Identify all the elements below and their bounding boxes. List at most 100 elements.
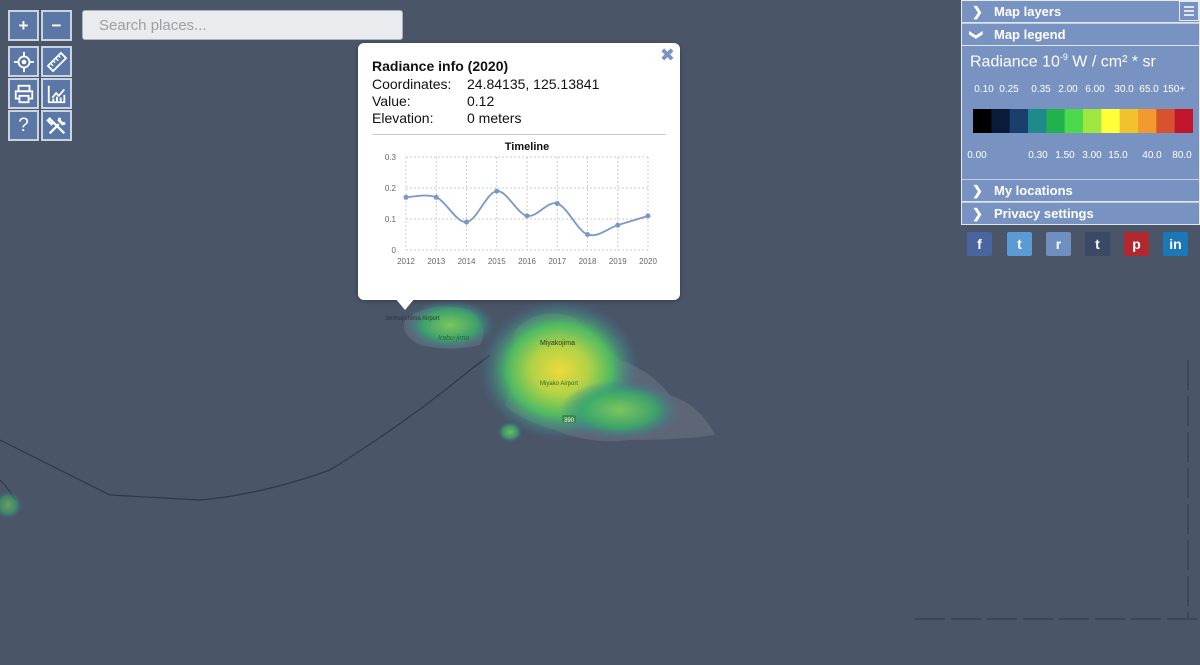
colorbar-segment [1009, 109, 1029, 133]
timeline-chart: Timeline 0 0.1 0.2 0.3 2012 2013 2014 2015 2016 20… [385, 141, 658, 266]
legend-tick-top: 0.35 [1031, 84, 1051, 95]
legend-tick-top: 150+ [1162, 84, 1186, 95]
map-label: Shimojishima Airport [385, 316, 440, 322]
radiance-colorbar [973, 109, 1193, 133]
legend-tick-bottom: 80.0 [1172, 150, 1192, 161]
data-point[interactable] [494, 188, 500, 194]
info-key: Elevation: [372, 110, 434, 126]
zoom-out-button[interactable]: − [41, 10, 72, 41]
my-locations-header[interactable]: ❯ My locations [962, 180, 1199, 202]
data-point[interactable] [554, 201, 560, 206]
map-label: 390 [564, 418, 575, 424]
search-input[interactable] [82, 10, 403, 40]
data-point[interactable] [464, 219, 469, 225]
info-value: 0.12 [467, 93, 495, 109]
legend-tick-top: 2.00 [1058, 84, 1078, 95]
legend-tick-bottom: 15.0 [1108, 150, 1128, 161]
zoom-in-button[interactable]: + [8, 10, 39, 41]
data-point[interactable] [524, 213, 530, 219]
info-key: Value: [372, 93, 411, 109]
x-tick-label: 2014 [458, 257, 476, 266]
colorbar-segment [1138, 109, 1157, 133]
data-point[interactable] [585, 232, 590, 237]
x-tick-label: 2016 [518, 257, 536, 266]
tools-button[interactable] [41, 110, 72, 141]
x-tick-label: 2015 [488, 257, 506, 266]
tumblr-icon[interactable]: t [1085, 232, 1110, 256]
colorbar-segment [973, 109, 992, 133]
data-point[interactable] [645, 213, 651, 219]
data-point[interactable] [615, 222, 621, 228]
x-tick-label: 2012 [397, 257, 415, 266]
legend-tick-bottom: 40.0 [1142, 150, 1162, 161]
colorbar-segment [991, 109, 1011, 133]
popup-title: Radiance info (2020) [372, 58, 509, 74]
twitter-icon[interactable]: t [1007, 232, 1032, 256]
colorbar-segment [1064, 109, 1084, 133]
legend-tick-bottom: 0.30 [1028, 150, 1048, 161]
ferry-route [0, 354, 491, 501]
legend-tick-top: 6.00 [1085, 84, 1105, 95]
y-tick-label: 0 [392, 246, 397, 255]
legend-unit-prefix: Radiance 10 [970, 53, 1060, 71]
map-label: Miyakojima [540, 340, 575, 347]
legend-unit-exp: -9 [1059, 52, 1068, 62]
info-value: 0 meters [467, 110, 522, 126]
locate-button[interactable] [8, 46, 39, 77]
radiance-glow [560, 380, 680, 440]
info-value: 24.84135, 125.13841 [467, 76, 600, 92]
side-panel: ❯ Map layers ❯ Map legend Radiance 10-9 … [961, 0, 1200, 225]
linkedin-icon[interactable]: in [1163, 232, 1188, 256]
chart-button[interactable] [41, 78, 72, 109]
x-tick-label: 2017 [548, 257, 566, 266]
chevron-down-icon: ❯ [969, 29, 985, 41]
info-row-value: Value: 0.12 [372, 93, 494, 109]
measure-button[interactable] [41, 46, 72, 77]
legend-unit-suffix: W / cm² * sr [1067, 53, 1156, 71]
pinterest-icon[interactable]: p [1124, 232, 1149, 256]
chart-title: Timeline [505, 141, 549, 153]
close-icon[interactable]: ✖ [660, 45, 675, 66]
reddit-icon[interactable]: r [1046, 232, 1071, 256]
map-layers-header[interactable]: ❯ Map layers [962, 1, 1199, 23]
hamburger-icon [1184, 6, 1194, 16]
legend-tick-bottom: 0.00 [967, 150, 987, 161]
colorbar-segment [1174, 109, 1193, 133]
x-tick-label: 2020 [639, 257, 657, 266]
info-row-elevation: Elevation: 0 meters [372, 110, 521, 126]
legend-tick-top: 65.0 [1139, 84, 1159, 95]
colorbar-segment [1156, 109, 1176, 133]
chevron-right-icon: ❯ [972, 4, 983, 19]
menu-button[interactable] [1179, 1, 1199, 21]
facebook-icon[interactable]: f [967, 232, 992, 256]
colorbar-segment [1028, 109, 1047, 133]
help-button[interactable]: ? [8, 110, 39, 141]
y-tick-label: 0.2 [385, 184, 397, 193]
wrench-screwdriver-icon [45, 116, 66, 134]
ruler-icon [46, 51, 67, 72]
colorbar-segment [1119, 109, 1139, 133]
my-locations-label: My locations [994, 183, 1073, 198]
radiance-glow [405, 300, 495, 350]
printer-icon [14, 84, 33, 103]
y-tick-label: 0.1 [385, 215, 397, 224]
legend-tick-bottom: 1.50 [1055, 150, 1075, 161]
x-tick-label: 2019 [609, 257, 627, 266]
divider [372, 134, 666, 135]
popup-pointer [395, 298, 415, 310]
legend-unit: Radiance 10-9 W / cm² * sr [970, 52, 1156, 71]
map-layers-label: Map layers [994, 4, 1062, 19]
crosshair-icon [13, 51, 34, 72]
chevron-right-icon: ❯ [972, 183, 983, 198]
y-tick-label: 0.3 [385, 153, 397, 162]
colorbar-segment [1101, 109, 1121, 133]
print-button[interactable] [8, 78, 39, 109]
map-legend-label: Map legend [994, 27, 1066, 42]
data-point[interactable] [403, 194, 409, 200]
legend-body: Radiance 10-9 W / cm² * sr 0.10 0.25 0.35 2… [962, 46, 1199, 179]
map-legend-header[interactable]: ❯ Map legend [962, 24, 1199, 46]
data-point[interactable] [433, 194, 439, 200]
privacy-settings-label: Privacy settings [994, 206, 1094, 221]
colorbar-segment [1046, 109, 1066, 133]
privacy-settings-header[interactable]: ❯ Privacy settings [962, 203, 1199, 225]
